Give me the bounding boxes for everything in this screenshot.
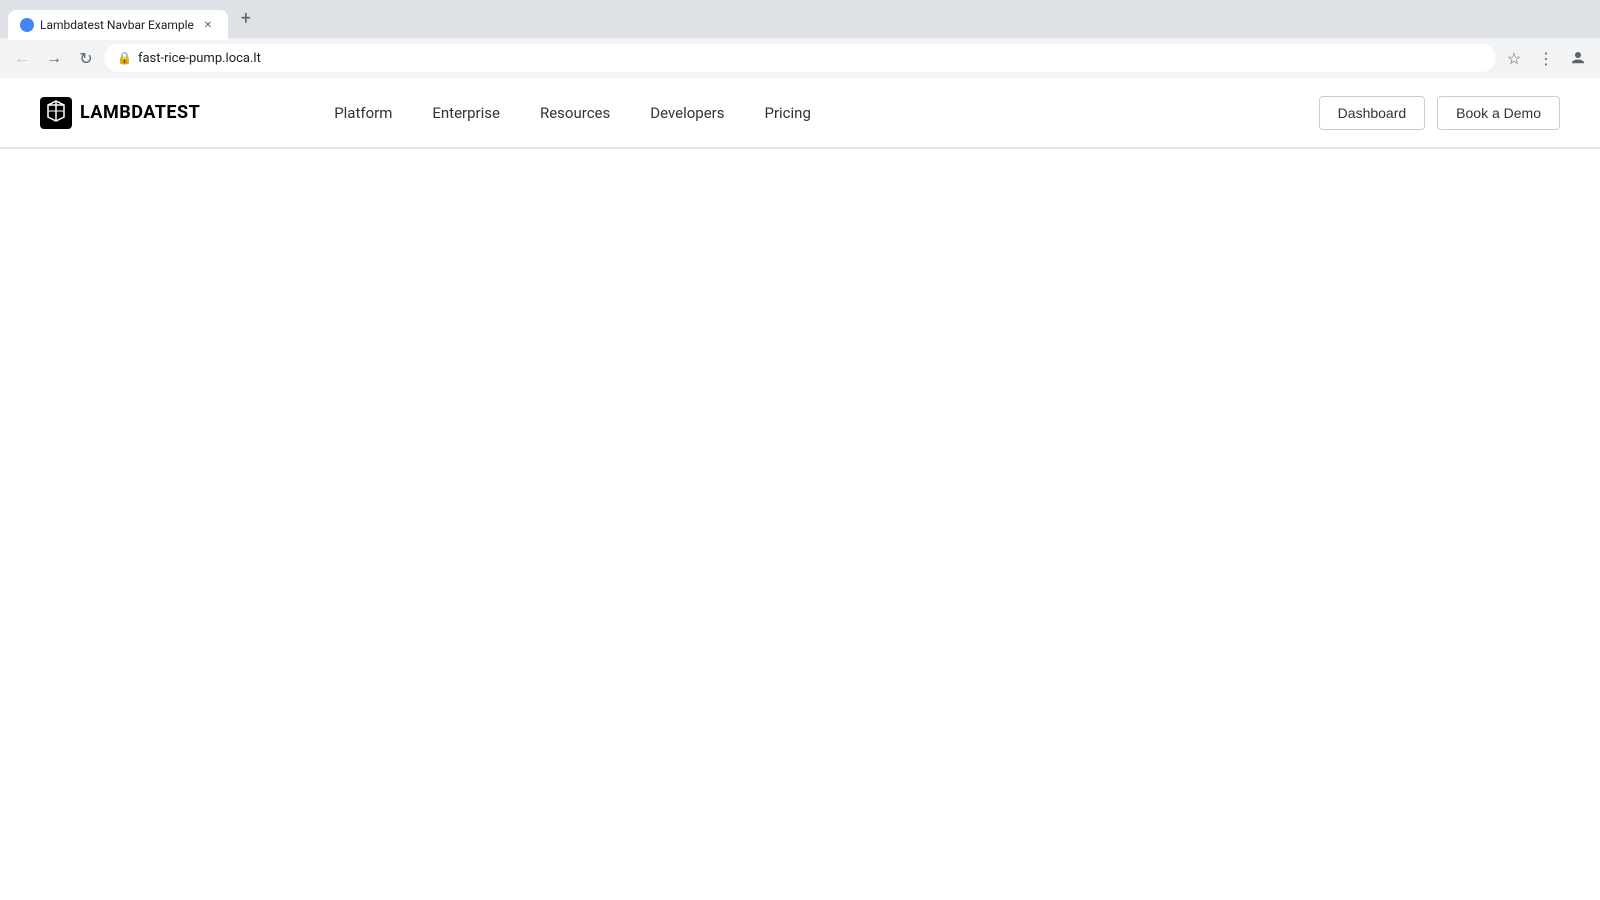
navbar: LAMBDATEST Platform Enterprise Resources…	[0, 78, 1600, 148]
url-text: fast-rice-pump.loca.lt	[138, 51, 1483, 66]
nav-link-platform[interactable]: Platform	[334, 104, 392, 122]
forward-button[interactable]: →	[40, 44, 68, 72]
tab-favicon	[20, 18, 34, 32]
logo-text: LAMBDATEST	[80, 102, 200, 123]
toolbar-actions: ☆ ⋮	[1500, 44, 1592, 72]
browser-title-bar: Lambdatest Navbar Example ✕ +	[0, 0, 1600, 38]
back-button[interactable]: ←	[8, 44, 36, 72]
nav-link-developers[interactable]: Developers	[650, 104, 724, 122]
browser-chrome: Lambdatest Navbar Example ✕ + ← → ↻ 🔒 fa…	[0, 0, 1600, 78]
browser-menu-button[interactable]: ⋮	[1532, 44, 1560, 72]
address-bar[interactable]: 🔒 fast-rice-pump.loca.lt	[104, 44, 1496, 72]
new-tab-button[interactable]: +	[232, 4, 260, 32]
nav-link-pricing[interactable]: Pricing	[764, 104, 810, 122]
nav-actions: Dashboard Book a Demo	[1319, 96, 1560, 130]
active-tab[interactable]: Lambdatest Navbar Example ✕	[8, 10, 228, 40]
tab-title: Lambdatest Navbar Example	[40, 18, 194, 32]
browser-toolbar: ← → ↻ 🔒 fast-rice-pump.loca.lt ☆ ⋮	[0, 38, 1600, 78]
profile-button[interactable]	[1564, 44, 1592, 72]
book-demo-button[interactable]: Book a Demo	[1437, 96, 1560, 130]
dashboard-button[interactable]: Dashboard	[1319, 96, 1426, 130]
tab-strip: Lambdatest Navbar Example ✕ +	[8, 0, 260, 38]
bookmark-button[interactable]: ☆	[1500, 44, 1528, 72]
nav-link-enterprise[interactable]: Enterprise	[432, 104, 500, 122]
nav-links: Platform Enterprise Resources Developers…	[334, 104, 811, 122]
nav-link-resources[interactable]: Resources	[540, 104, 610, 122]
lock-icon: 🔒	[117, 51, 132, 65]
tab-close-button[interactable]: ✕	[200, 17, 216, 33]
refresh-button[interactable]: ↻	[72, 44, 100, 72]
logo-icon	[40, 97, 72, 129]
page-content: LAMBDATEST Platform Enterprise Resources…	[0, 78, 1600, 900]
logo[interactable]: LAMBDATEST	[40, 97, 200, 129]
navbar-separator	[0, 148, 1600, 149]
